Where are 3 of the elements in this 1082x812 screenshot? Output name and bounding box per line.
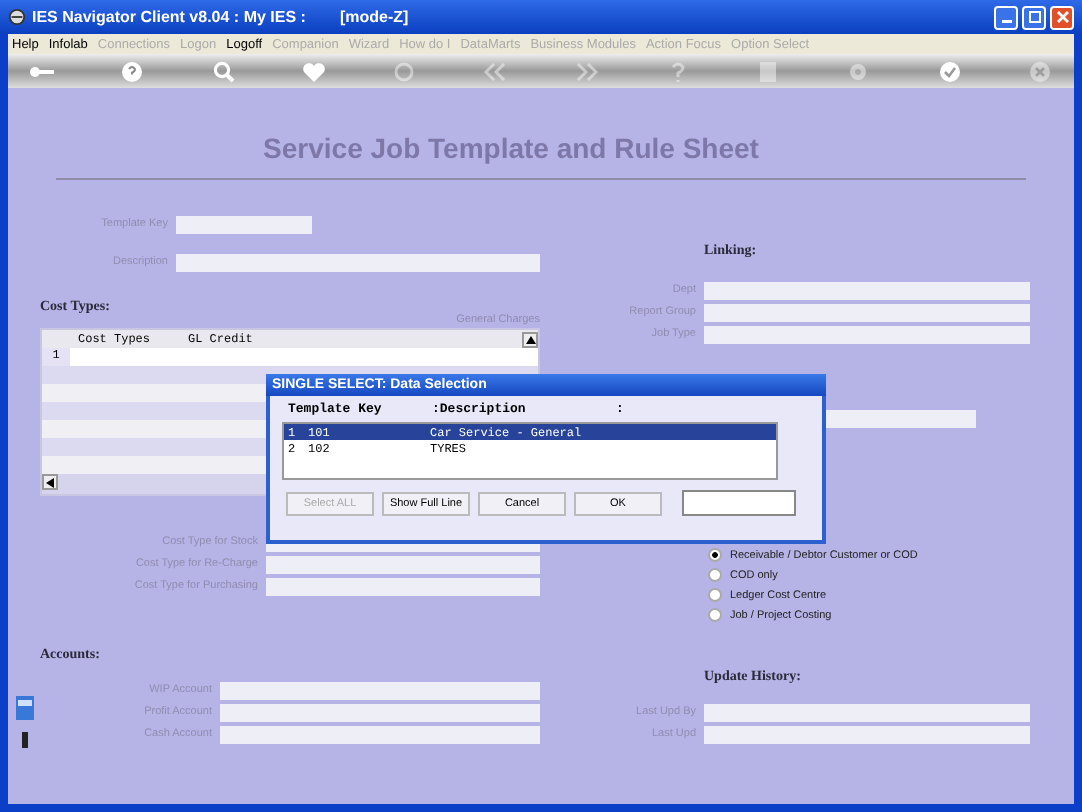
form-heading: Service Job Template and Rule Sheet <box>261 132 761 164</box>
window-title: IES Navigator Client v8.04 : My IES : <box>32 8 306 26</box>
mode-label: [mode-Z] <box>339 8 409 26</box>
